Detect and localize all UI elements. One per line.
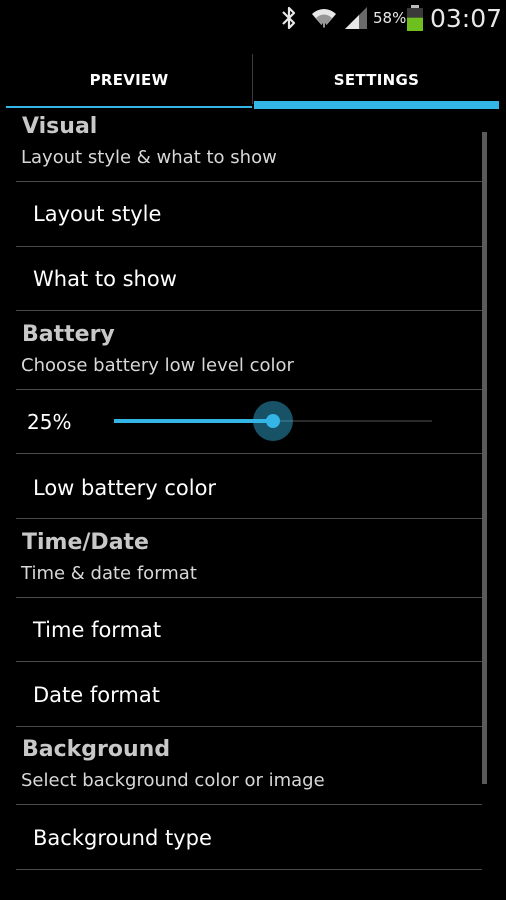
divider bbox=[16, 804, 482, 805]
tab-settings-indicator bbox=[254, 101, 499, 109]
divider bbox=[16, 453, 482, 454]
status-clock: 03:07 bbox=[430, 4, 503, 33]
tab-bar: PREVIEW SETTINGS bbox=[0, 50, 506, 110]
battery-icon bbox=[405, 4, 425, 36]
slider-fill bbox=[114, 419, 273, 423]
setting-label: What to show bbox=[33, 267, 177, 291]
tab-divider bbox=[252, 54, 253, 104]
setting-low-battery-color[interactable]: Low battery color bbox=[16, 456, 482, 520]
category-visual-summary: Layout style & what to show bbox=[21, 147, 277, 168]
setting-background-type[interactable]: Background type bbox=[16, 806, 482, 870]
setting-time-format[interactable]: Time format bbox=[16, 598, 482, 662]
battery-percent: 58% bbox=[373, 9, 407, 27]
setting-date-format[interactable]: Date format bbox=[16, 663, 482, 727]
tab-preview-indicator bbox=[6, 106, 252, 108]
setting-layout-style[interactable]: Layout style bbox=[16, 182, 482, 246]
slider-thumb[interactable] bbox=[266, 414, 280, 428]
tab-preview[interactable]: PREVIEW bbox=[6, 50, 252, 110]
category-background-summary: Select background color or image bbox=[21, 770, 325, 791]
divider bbox=[16, 310, 482, 311]
slider-value: 25% bbox=[27, 410, 72, 434]
divider bbox=[16, 661, 482, 662]
category-background-title: Background bbox=[22, 737, 171, 762]
wifi-icon bbox=[309, 5, 339, 35]
settings-list: Visual Layout style & what to show Layou… bbox=[0, 110, 506, 900]
signal-icon bbox=[343, 5, 369, 35]
divider bbox=[16, 726, 482, 727]
category-timedate-title: Time/Date bbox=[22, 530, 149, 555]
category-visual-title: Visual bbox=[22, 114, 98, 139]
category-timedate-summary: Time & date format bbox=[21, 563, 197, 584]
status-bar: 58% 03:07 bbox=[0, 0, 506, 36]
category-battery-title: Battery bbox=[22, 322, 115, 347]
divider bbox=[16, 518, 482, 519]
bluetooth-icon bbox=[280, 5, 298, 35]
setting-label: Low battery color bbox=[33, 476, 217, 500]
setting-label: Time format bbox=[33, 618, 162, 642]
scrollbar[interactable] bbox=[482, 132, 487, 784]
setting-label: Background type bbox=[33, 826, 212, 850]
setting-label: Date format bbox=[33, 683, 160, 707]
divider bbox=[16, 869, 482, 870]
category-battery-summary: Choose battery low level color bbox=[21, 355, 294, 376]
setting-label: Layout style bbox=[33, 202, 162, 226]
battery-level-slider-row: 25% bbox=[16, 390, 482, 452]
setting-what-to-show[interactable]: What to show bbox=[16, 247, 482, 311]
